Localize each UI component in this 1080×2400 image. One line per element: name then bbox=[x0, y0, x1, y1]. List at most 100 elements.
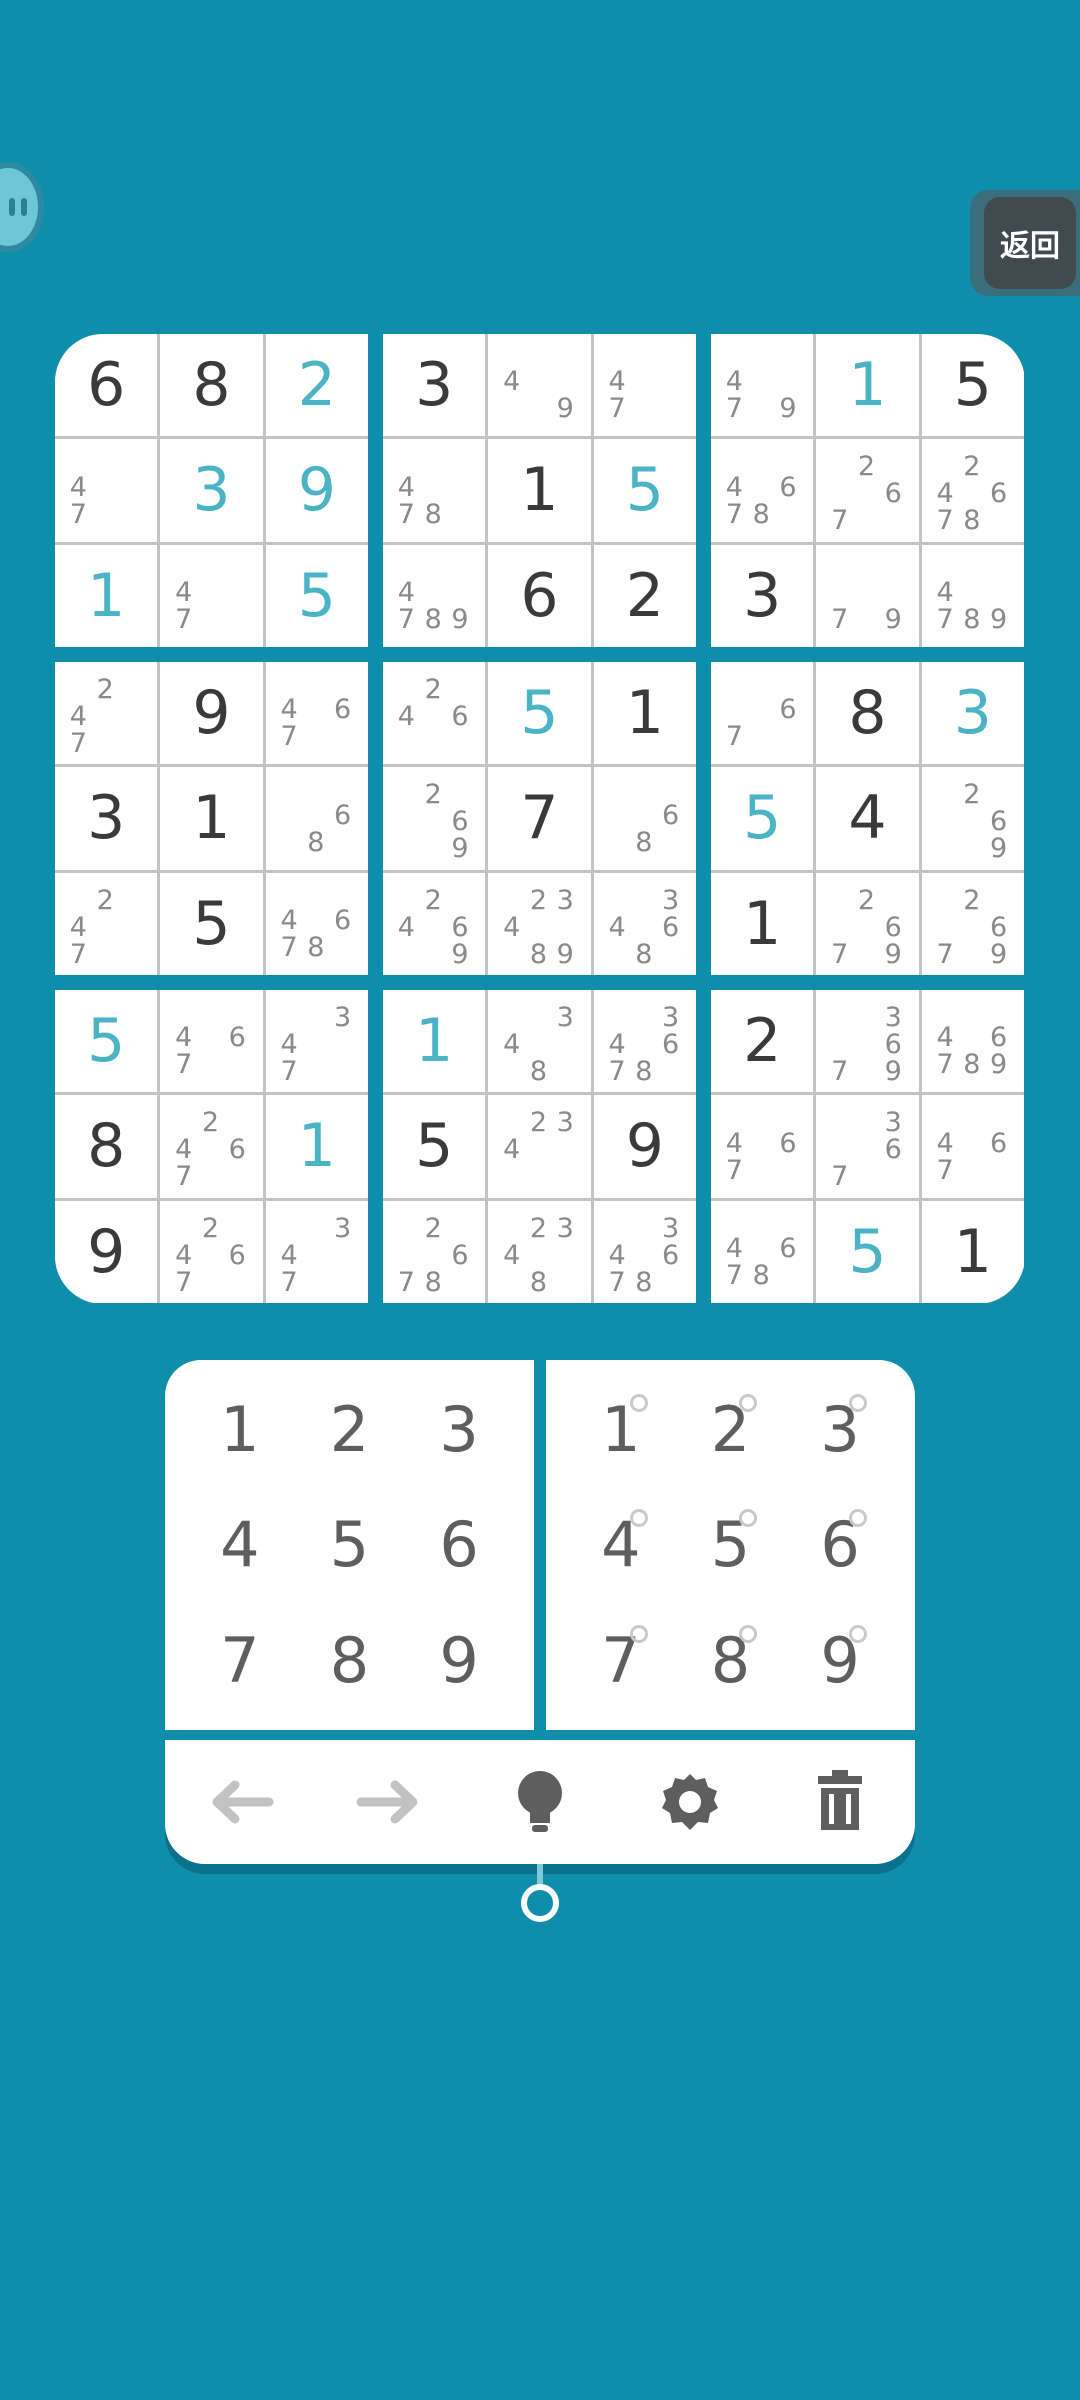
sudoku-cell[interactable]: 24 6 78 bbox=[921, 439, 1024, 542]
note-key[interactable]: 4 bbox=[566, 1487, 676, 1602]
back-button[interactable]: 返回 bbox=[984, 197, 1076, 289]
sudoku-cell[interactable]: 24 6 7 bbox=[160, 1200, 263, 1303]
sudoku-cell[interactable]: 269 bbox=[383, 767, 486, 870]
sudoku-cell[interactable]: 47 bbox=[160, 544, 263, 647]
digit-key[interactable]: 2 bbox=[295, 1372, 405, 1487]
sudoku-cell[interactable]: 5 bbox=[816, 1200, 919, 1303]
sudoku-cell[interactable]: 49 bbox=[488, 334, 591, 437]
sudoku-cell[interactable]: 5 bbox=[488, 662, 591, 765]
redo-button[interactable] bbox=[345, 1757, 435, 1847]
digit-key[interactable]: 8 bbox=[295, 1603, 405, 1718]
sudoku-cell[interactable]: 47 bbox=[55, 439, 158, 542]
sudoku-cell[interactable]: 247 bbox=[55, 872, 158, 975]
sudoku-cell[interactable]: 24 69 bbox=[383, 872, 486, 975]
sudoku-cell[interactable]: 1 bbox=[593, 662, 696, 765]
sudoku-cell[interactable]: 3 47 bbox=[265, 1200, 368, 1303]
sudoku-cell[interactable]: 26 78 bbox=[383, 1200, 486, 1303]
sudoku-cell[interactable]: 23 489 bbox=[488, 872, 591, 975]
sudoku-cell[interactable]: 4 6 78 bbox=[711, 439, 814, 542]
settings-button[interactable] bbox=[645, 1757, 735, 1847]
sudoku-cell[interactable]: 5 bbox=[383, 1095, 486, 1198]
undo-button[interactable] bbox=[195, 1757, 285, 1847]
note-key[interactable]: 5 bbox=[676, 1487, 786, 1602]
sudoku-cell[interactable]: 8 bbox=[160, 334, 263, 437]
sudoku-cell[interactable]: 4 6 7 bbox=[711, 1095, 814, 1198]
floating-assistant-button[interactable] bbox=[0, 162, 44, 252]
sudoku-cell[interactable]: 1 bbox=[921, 1200, 1024, 1303]
sudoku-cell[interactable]: 2 bbox=[593, 544, 696, 647]
sudoku-cell[interactable]: 5 bbox=[55, 990, 158, 1093]
sudoku-cell[interactable]: 4789 bbox=[383, 544, 486, 647]
sudoku-cell[interactable]: 6 bbox=[488, 544, 591, 647]
sudoku-cell[interactable]: 3 bbox=[711, 544, 814, 647]
note-key[interactable]: 1 bbox=[566, 1372, 676, 1487]
sudoku-cell[interactable]: 3 bbox=[383, 334, 486, 437]
sudoku-cell[interactable]: 24 6 7 bbox=[160, 1095, 263, 1198]
digit-key[interactable]: 1 bbox=[185, 1372, 295, 1487]
sudoku-cell[interactable]: 36 7 9 bbox=[816, 990, 919, 1093]
sudoku-cell[interactable]: 67 bbox=[711, 662, 814, 765]
sudoku-cell[interactable]: 1 bbox=[55, 544, 158, 647]
sudoku-cell[interactable]: 3 4 6 78 bbox=[593, 1200, 696, 1303]
sudoku-cell[interactable]: 9 bbox=[265, 439, 368, 542]
sudoku-cell[interactable]: 79 bbox=[816, 544, 919, 647]
sudoku-cell[interactable]: 26 7 9 bbox=[816, 872, 919, 975]
sudoku-cell[interactable]: 5 bbox=[265, 544, 368, 647]
sudoku-cell[interactable]: 47 bbox=[593, 334, 696, 437]
sudoku-cell[interactable]: 3 47 bbox=[265, 990, 368, 1093]
sudoku-cell[interactable]: 24 6 bbox=[383, 662, 486, 765]
note-key[interactable]: 3 bbox=[785, 1372, 895, 1487]
sudoku-cell[interactable]: 3 bbox=[160, 439, 263, 542]
sudoku-cell[interactable]: 3 bbox=[55, 767, 158, 870]
sudoku-cell[interactable]: 5 bbox=[593, 439, 696, 542]
sudoku-cell[interactable]: 3 4 6 78 bbox=[593, 990, 696, 1093]
sudoku-cell[interactable]: 23 48 bbox=[488, 1200, 591, 1303]
sudoku-cell[interactable]: 4 6 7 bbox=[160, 990, 263, 1093]
sudoku-cell[interactable]: 269 bbox=[921, 767, 1024, 870]
sudoku-cell[interactable]: 5 bbox=[711, 767, 814, 870]
sudoku-cell[interactable]: 4 6 78 bbox=[711, 1200, 814, 1303]
sudoku-cell[interactable]: 6 bbox=[55, 334, 158, 437]
erase-button[interactable] bbox=[795, 1757, 885, 1847]
sudoku-cell[interactable]: 1 bbox=[383, 990, 486, 1093]
sudoku-cell[interactable]: 2 bbox=[711, 990, 814, 1093]
sudoku-cell[interactable]: 9 bbox=[160, 662, 263, 765]
sudoku-cell[interactable]: 36 7 bbox=[816, 1095, 919, 1198]
sudoku-cell[interactable]: 5 bbox=[160, 872, 263, 975]
sudoku-cell[interactable]: 7 bbox=[488, 767, 591, 870]
sudoku-cell[interactable]: 5 bbox=[921, 334, 1024, 437]
digit-key[interactable]: 3 bbox=[404, 1372, 514, 1487]
sudoku-cell[interactable]: 3 4 68 bbox=[593, 872, 696, 975]
sudoku-cell[interactable]: 247 bbox=[55, 662, 158, 765]
hint-button[interactable] bbox=[495, 1757, 585, 1847]
sudoku-cell[interactable]: 3 48 bbox=[488, 990, 591, 1093]
drag-handle[interactable] bbox=[521, 1884, 559, 1922]
back-button-panel[interactable]: 返回 bbox=[970, 190, 1080, 296]
digit-key[interactable]: 4 bbox=[185, 1487, 295, 1602]
note-key[interactable]: 2 bbox=[676, 1372, 786, 1487]
sudoku-cell[interactable]: 1 bbox=[160, 767, 263, 870]
sudoku-cell[interactable]: 4 bbox=[816, 767, 919, 870]
sudoku-cell[interactable]: 1 bbox=[265, 1095, 368, 1198]
sudoku-cell[interactable]: 9 bbox=[55, 1200, 158, 1303]
sudoku-cell[interactable]: 47 9 bbox=[711, 334, 814, 437]
note-key[interactable]: 7 bbox=[566, 1603, 676, 1718]
digit-key[interactable]: 7 bbox=[185, 1603, 295, 1718]
sudoku-cell[interactable]: 4 6 789 bbox=[921, 990, 1024, 1093]
note-key[interactable]: 9 bbox=[785, 1603, 895, 1718]
sudoku-cell[interactable]: 4 6 7 bbox=[921, 1095, 1024, 1198]
note-key[interactable]: 6 bbox=[785, 1487, 895, 1602]
sudoku-cell[interactable]: 68 bbox=[265, 767, 368, 870]
sudoku-cell[interactable]: 4 6 78 bbox=[265, 872, 368, 975]
sudoku-cell[interactable]: 8 bbox=[816, 662, 919, 765]
sudoku-cell[interactable]: 9 bbox=[593, 1095, 696, 1198]
sudoku-cell[interactable]: 1 bbox=[711, 872, 814, 975]
digit-key[interactable]: 5 bbox=[295, 1487, 405, 1602]
sudoku-cell[interactable]: 26 7 bbox=[816, 439, 919, 542]
digit-key[interactable]: 6 bbox=[404, 1487, 514, 1602]
digit-key[interactable]: 9 bbox=[404, 1603, 514, 1718]
sudoku-cell[interactable]: 478 bbox=[383, 439, 486, 542]
sudoku-cell[interactable]: 26 7 9 bbox=[921, 872, 1024, 975]
sudoku-cell[interactable]: 2 bbox=[265, 334, 368, 437]
sudoku-cell[interactable]: 1 bbox=[488, 439, 591, 542]
